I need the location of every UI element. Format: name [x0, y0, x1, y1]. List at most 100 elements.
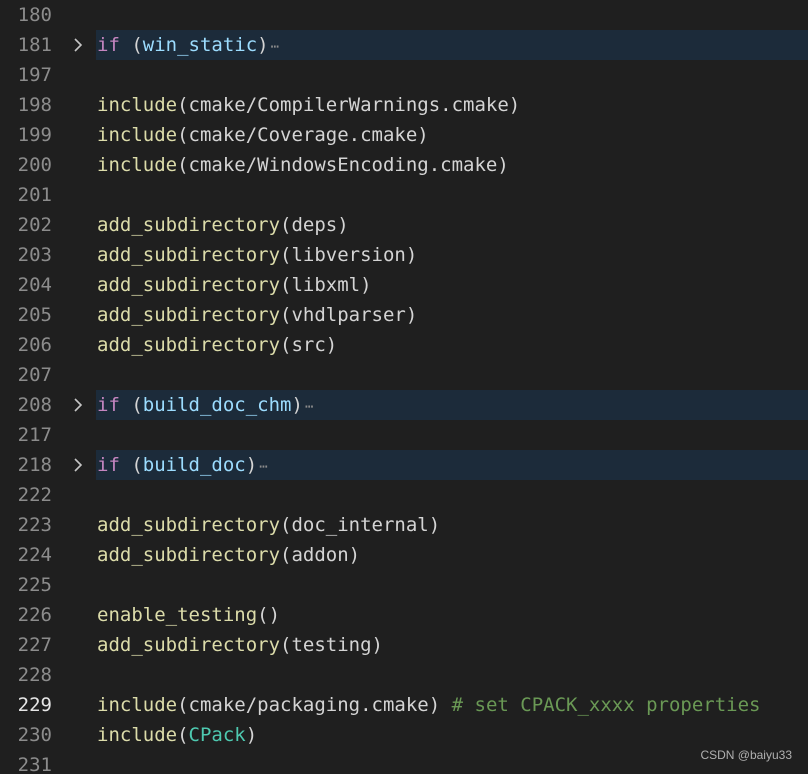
line-number: 224: [17, 544, 52, 566]
code-content[interactable]: [96, 570, 808, 600]
code-line[interactable]: 231: [0, 750, 808, 774]
code-line[interactable]: 223 add_subdirectory(doc_internal): [0, 510, 808, 540]
code-content[interactable]: [96, 60, 808, 90]
code-token: (vhdlparser): [280, 304, 418, 326]
code-token: add_subdirectory: [97, 244, 281, 266]
code-content[interactable]: include(cmake/Coverage.cmake): [96, 120, 808, 150]
code-token: (cmake/packaging.cmake): [177, 694, 452, 716]
code-line[interactable]: 229 include(cmake/packaging.cmake) # set …: [0, 690, 808, 720]
line-number: 218: [17, 454, 52, 476]
code-content[interactable]: add_subdirectory(vhdlparser): [96, 300, 808, 330]
code-token: (cmake/Coverage.cmake): [177, 124, 429, 146]
code-content[interactable]: include(cmake/WindowsEncoding.cmake): [96, 150, 808, 180]
code-token: build_doc: [142, 454, 246, 476]
code-content[interactable]: add_subdirectory(libxml): [96, 270, 808, 300]
code-token: ): [291, 394, 303, 416]
code-line[interactable]: 181 if (win_static) ⋯: [0, 30, 808, 60]
watermark: CSDN @baiyu33: [700, 748, 792, 762]
code-token: if: [97, 394, 120, 416]
code-token: (libversion): [280, 244, 418, 266]
line-number: 228: [17, 664, 52, 686]
code-token: add_subdirectory: [97, 214, 281, 236]
code-token: include: [97, 94, 178, 116]
code-content[interactable]: include(CPack): [96, 720, 808, 750]
code-token: (libxml): [280, 274, 372, 296]
code-line[interactable]: 230 include(CPack): [0, 720, 808, 750]
code-line[interactable]: 226 enable_testing(): [0, 600, 808, 630]
line-number: 227: [17, 634, 52, 656]
code-token: ): [245, 724, 258, 746]
code-content[interactable]: add_subdirectory(deps): [96, 210, 808, 240]
line-number: 197: [17, 64, 52, 86]
code-line[interactable]: 205 add_subdirectory(vhdlparser): [0, 300, 808, 330]
line-number: 198: [17, 94, 52, 116]
line-number: 180: [17, 4, 52, 26]
chevron-right-icon[interactable]: [66, 30, 90, 60]
code-token: (cmake/WindowsEncoding.cmake): [177, 154, 509, 176]
code-line[interactable]: 197: [0, 60, 808, 90]
code-token: ): [257, 34, 269, 56]
code-content[interactable]: include(cmake/packaging.cmake) # set CPA…: [96, 690, 808, 720]
code-content[interactable]: if (build_doc) ⋯: [96, 450, 808, 480]
code-line[interactable]: 225: [0, 570, 808, 600]
code-content[interactable]: [96, 660, 808, 690]
code-content[interactable]: add_subdirectory(addon): [96, 540, 808, 570]
line-number: 208: [17, 394, 52, 416]
code-content[interactable]: [96, 480, 808, 510]
code-content[interactable]: [96, 0, 808, 30]
code-token: (src): [280, 334, 338, 356]
code-token: include: [97, 154, 178, 176]
line-number: 204: [17, 274, 52, 296]
code-line[interactable]: 227 add_subdirectory(testing): [0, 630, 808, 660]
code-content[interactable]: [96, 420, 808, 450]
code-token: (deps): [280, 214, 349, 236]
code-line[interactable]: 200 include(cmake/WindowsEncoding.cmake): [0, 150, 808, 180]
code-line[interactable]: 228: [0, 660, 808, 690]
fold-ellipsis[interactable]: ⋯: [259, 459, 268, 475]
code-editor[interactable]: 180 181 if (win_static) ⋯ 197 198 include(cmak…: [0, 0, 808, 774]
code-line[interactable]: 207: [0, 360, 808, 390]
code-line[interactable]: 202 add_subdirectory(deps): [0, 210, 808, 240]
code-token: add_subdirectory: [97, 544, 281, 566]
code-line[interactable]: 222: [0, 480, 808, 510]
code-content[interactable]: include(cmake/CompilerWarnings.cmake): [96, 90, 808, 120]
code-content[interactable]: [96, 180, 808, 210]
code-line[interactable]: 199 include(cmake/Coverage.cmake): [0, 120, 808, 150]
code-line[interactable]: 204 add_subdirectory(libxml): [0, 270, 808, 300]
code-content[interactable]: add_subdirectory(doc_internal): [96, 510, 808, 540]
code-line[interactable]: 198 include(cmake/CompilerWarnings.cmake): [0, 90, 808, 120]
code-content[interactable]: add_subdirectory(testing): [96, 630, 808, 660]
code-line[interactable]: 217: [0, 420, 808, 450]
code-token: add_subdirectory: [97, 514, 281, 536]
code-token: add_subdirectory: [97, 334, 281, 356]
code-token: include: [97, 724, 178, 746]
code-line[interactable]: 206 add_subdirectory(src): [0, 330, 808, 360]
line-number: 200: [17, 154, 52, 176]
fold-ellipsis[interactable]: ⋯: [271, 39, 280, 55]
code-line[interactable]: 203 add_subdirectory(libversion): [0, 240, 808, 270]
line-number: 199: [17, 124, 52, 146]
code-token: (doc_internal): [280, 514, 441, 536]
code-line[interactable]: 218 if (build_doc) ⋯: [0, 450, 808, 480]
line-number: 181: [17, 34, 52, 56]
code-token: (: [119, 454, 143, 476]
line-number: 202: [17, 214, 52, 236]
code-content[interactable]: add_subdirectory(src): [96, 330, 808, 360]
code-token: build_doc_chm: [142, 394, 292, 416]
code-line[interactable]: 180: [0, 0, 808, 30]
code-content[interactable]: add_subdirectory(libversion): [96, 240, 808, 270]
line-number: 229: [17, 694, 52, 716]
code-content[interactable]: [96, 360, 808, 390]
code-content[interactable]: if (build_doc_chm) ⋯: [96, 390, 808, 420]
code-line[interactable]: 224 add_subdirectory(addon): [0, 540, 808, 570]
chevron-right-icon[interactable]: [66, 450, 90, 480]
code-token: (addon): [280, 544, 361, 566]
code-token: (cmake/CompilerWarnings.cmake): [177, 94, 521, 116]
code-content[interactable]: if (win_static) ⋯: [96, 30, 808, 60]
chevron-right-icon[interactable]: [66, 390, 90, 420]
fold-ellipsis[interactable]: ⋯: [305, 399, 314, 415]
code-content[interactable]: enable_testing(): [96, 600, 808, 630]
code-line[interactable]: 201: [0, 180, 808, 210]
line-number: 206: [17, 334, 52, 356]
code-line[interactable]: 208 if (build_doc_chm) ⋯: [0, 390, 808, 420]
